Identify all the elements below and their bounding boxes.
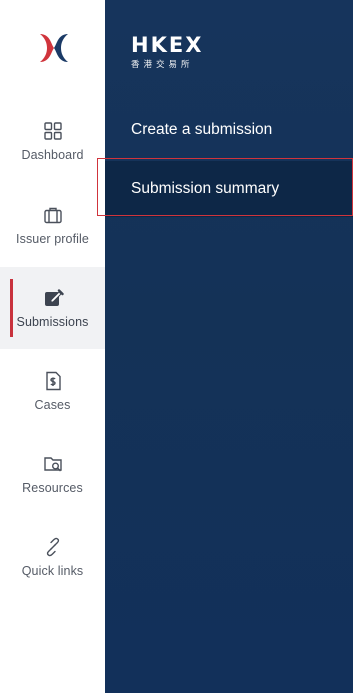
rail-item-label: Submissions — [16, 315, 89, 329]
rail-item-dashboard[interactable]: Dashboard — [0, 100, 105, 182]
hkex-logo-icon[interactable] — [36, 30, 72, 66]
rail-item-label: Cases — [34, 398, 71, 412]
brand-name: HKEX — [131, 33, 204, 57]
icon-rail: Dashboard Issuer profile Submissions Cas… — [0, 0, 105, 693]
menu-item-label: Submission summary — [131, 180, 280, 197]
brand-logo[interactable]: HKEX 香港交易所 — [131, 34, 203, 70]
dashboard-icon — [43, 122, 62, 140]
brand-subtitle: 香港交易所 — [131, 60, 194, 70]
menu-item-submission-summary[interactable]: Submission summary — [105, 161, 353, 217]
rail-item-cases[interactable]: Cases — [0, 350, 105, 432]
rail-item-resources[interactable]: Resources — [0, 433, 105, 515]
menu-item-label: Create a submission — [131, 121, 273, 138]
rail-item-label: Resources — [22, 481, 83, 495]
document-dollar-icon — [45, 371, 61, 391]
app-root: Dashboard Issuer profile Submissions Cas… — [0, 0, 353, 693]
rail-item-submissions[interactable]: Submissions — [0, 267, 105, 349]
rail-item-label: Issuer profile — [16, 232, 89, 246]
link-icon — [46, 537, 59, 557]
rail-item-quick-links[interactable]: Quick links — [0, 516, 105, 598]
folder-search-icon — [43, 457, 62, 472]
rail-item-issuer-profile[interactable]: Issuer profile — [0, 184, 105, 266]
rail-item-label: Dashboard — [21, 148, 84, 162]
edit-icon — [44, 289, 64, 306]
submenu-panel: HKEX 香港交易所 Create a submission Submissio… — [105, 0, 353, 693]
menu-item-create-submission[interactable]: Create a submission — [105, 102, 353, 158]
rail-item-label: Quick links — [21, 564, 84, 578]
briefcase-icon — [43, 207, 62, 224]
